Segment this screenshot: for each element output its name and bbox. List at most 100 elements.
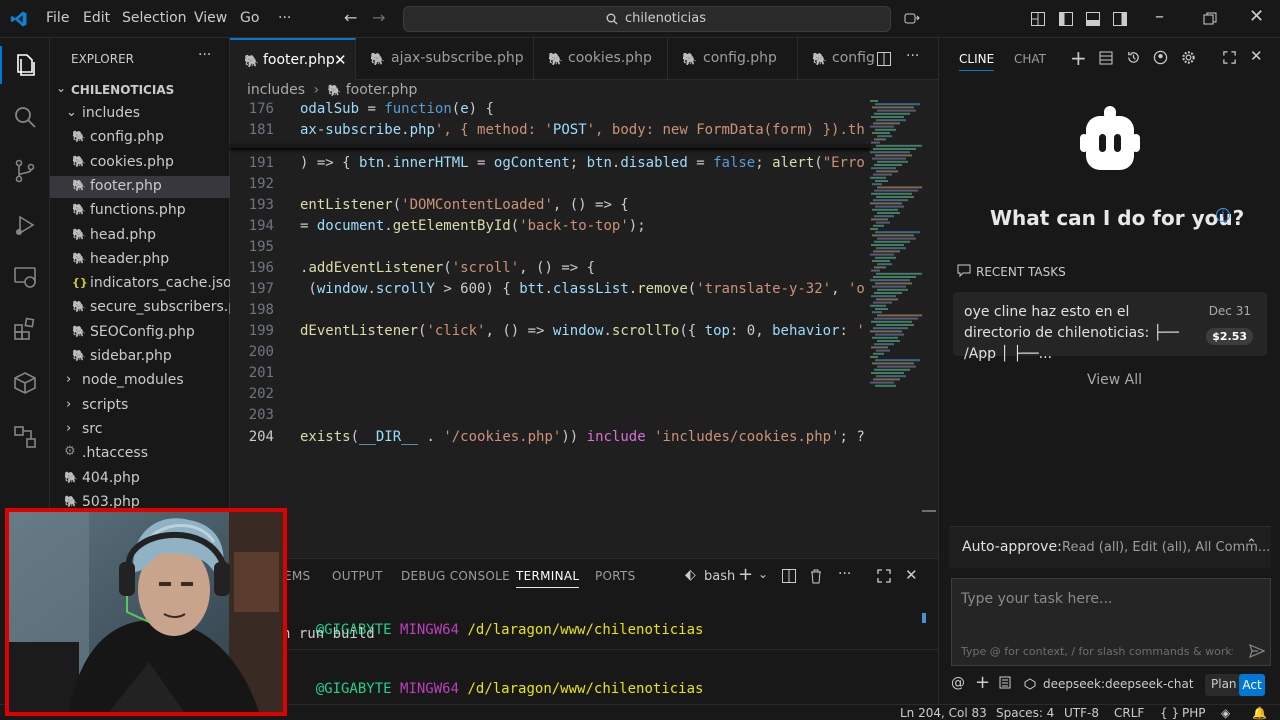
mcp-servers-icon[interactable] <box>1099 51 1113 65</box>
new-task-plus-icon[interactable]: + <box>1070 46 1087 70</box>
tree-item[interactable]: 🐘 head.php <box>50 225 230 247</box>
model-selector[interactable]: deepseek:deepseek-chat <box>1043 677 1194 691</box>
add-files-plus-icon[interactable]: + <box>975 672 990 693</box>
tree-item[interactable]: 🐘 footer.php <box>50 175 230 198</box>
plan-act-toggle[interactable]: Plan Act <box>1205 674 1265 696</box>
indentation[interactable]: Spaces: 4 <box>996 706 1054 720</box>
scrollbar-thumb[interactable] <box>922 510 936 512</box>
editor-more-icon[interactable]: ··· <box>906 48 919 64</box>
chevron-up-icon[interactable]: ⌃ <box>1246 537 1257 552</box>
minimize-icon[interactable]: – <box>1155 6 1164 27</box>
encoding[interactable]: UTF-8 <box>1064 706 1099 720</box>
testing-icon[interactable] <box>12 424 38 450</box>
tab-chat[interactable]: CHAT <box>1014 52 1046 66</box>
settings-gear-icon[interactable] <box>1181 50 1196 65</box>
tree-item[interactable]: 🐘 SEOConfig.php <box>50 322 230 344</box>
account-icon[interactable] <box>1153 50 1168 65</box>
menu-selection[interactable]: Selection <box>122 10 187 26</box>
close-panel-icon[interactable]: ✕ <box>905 566 918 584</box>
tab-config-php[interactable]: 🐘 config.php <box>668 38 798 80</box>
view-all-link[interactable]: View All <box>1087 372 1142 388</box>
line-endings[interactable]: CRLF <box>1114 706 1144 720</box>
task-input[interactable]: Type your task here... Type @ for contex… <box>951 578 1271 666</box>
containers-icon[interactable] <box>12 370 38 396</box>
remote-explorer-icon[interactable] <box>12 264 38 290</box>
cursor-position[interactable]: Ln 204, Col 83 <box>900 706 987 720</box>
split-terminal-icon[interactable] <box>781 568 797 584</box>
close-tab-icon[interactable]: ✕ <box>334 51 347 69</box>
chevron-down-icon[interactable]: ⌄ <box>758 567 768 581</box>
toggle-secondary-sidebar-icon[interactable] <box>1112 11 1128 27</box>
breadcrumb-file[interactable]: footer.php <box>346 82 418 98</box>
split-editor-icon[interactable] <box>876 51 892 67</box>
tab-terminal[interactable]: TERMINAL <box>516 569 580 588</box>
tree-item[interactable]: 🐘 sidebar.php <box>50 346 230 368</box>
minimap-line <box>874 112 910 115</box>
minimap[interactable] <box>870 100 922 390</box>
tree-item[interactable]: ⌄ includes <box>50 103 230 125</box>
close-window-icon[interactable]: ✕ <box>1249 6 1264 27</box>
toggle-panel-icon[interactable] <box>1085 11 1101 27</box>
extensions-icon[interactable] <box>12 316 38 342</box>
copilot-status-icon[interactable]: ◈ <box>1221 706 1230 720</box>
explorer-more-icon[interactable]: ··· <box>198 47 211 63</box>
tree-item[interactable]: 🐘 config.php <box>50 127 230 149</box>
tree-item[interactable]: › scripts <box>50 395 230 417</box>
restore-icon[interactable] <box>1202 11 1218 27</box>
tab-footer-php[interactable]: 🐘 footer.php ✕ <box>230 38 356 80</box>
kill-terminal-trash-icon[interactable] <box>808 568 824 584</box>
back-arrow-icon[interactable]: ← <box>344 8 357 27</box>
tab-output[interactable]: OUTPUT <box>332 569 383 583</box>
add-context-at-icon[interactable]: @ <box>951 675 965 691</box>
act-option[interactable]: Act <box>1239 674 1265 696</box>
menu-more[interactable]: ··· <box>278 10 291 26</box>
vscode-logo-icon[interactable] <box>10 10 28 28</box>
forward-arrow-icon[interactable]: → <box>372 8 385 27</box>
command-center-search[interactable]: chilenoticias <box>403 6 891 32</box>
toggle-primary-sidebar-icon[interactable] <box>1058 11 1074 27</box>
tree-item[interactable]: › src <box>50 419 230 441</box>
info-icon[interactable]: i <box>1216 208 1230 222</box>
tree-item[interactable]: 🐘 functions.php <box>50 200 230 222</box>
tab-problems[interactable]: EMS <box>284 569 310 583</box>
terminal-shell-label[interactable]: bash <box>704 569 735 584</box>
open-in-editor-icon[interactable] <box>1222 50 1237 65</box>
customize-layout-icon[interactable] <box>1030 11 1046 27</box>
copilot-icon[interactable] <box>904 11 920 27</box>
tree-item[interactable]: ⚙ .htaccess <box>50 443 230 465</box>
tree-item[interactable]: 🐘 404.php <box>50 468 230 490</box>
close-cline-icon[interactable]: ✕ <box>1250 47 1263 65</box>
notifications-bell-icon[interactable]: 🔔 <box>1252 706 1267 720</box>
auto-approve-bar[interactable]: Auto-approve: Read (all), Edit (all), Al… <box>949 526 1271 568</box>
tab-debug-console[interactable]: DEBUG CONSOLE <box>401 569 510 583</box>
tree-item[interactable]: 🐘 header.php <box>50 249 230 271</box>
tab-cookies-php[interactable]: 🐘 cookies.php <box>534 38 668 80</box>
menu-view[interactable]: View <box>194 10 227 26</box>
tree-item[interactable]: 🐘 cookies.php <box>50 152 230 174</box>
breadcrumb-folder[interactable]: includes <box>247 82 305 98</box>
menu-edit[interactable]: Edit <box>83 10 110 26</box>
tree-item[interactable]: › node_modules <box>50 370 230 392</box>
menu-file[interactable]: File <box>46 10 69 26</box>
run-debug-icon[interactable] <box>12 212 38 238</box>
search-sidebar-icon[interactable] <box>12 104 38 130</box>
new-terminal-icon[interactable]: + <box>738 564 753 585</box>
explorer-files-icon[interactable] <box>12 52 38 78</box>
send-icon[interactable] <box>1249 643 1265 659</box>
terminal-more-icon[interactable]: ··· <box>838 566 851 582</box>
recent-task-item[interactable]: oye cline haz esto en el directorio de c… <box>953 292 1267 362</box>
language-mode[interactable]: PHP <box>1182 706 1206 720</box>
tab-cline[interactable]: CLINE <box>959 52 995 71</box>
tab-ajax-subscribe-php[interactable]: 🐘 ajax-subscribe.php <box>356 38 534 80</box>
tree-item[interactable]: 🐘 secure_subscribers.p... <box>50 297 230 319</box>
maximize-panel-icon[interactable] <box>876 568 892 584</box>
plan-option[interactable]: Plan <box>1211 677 1237 691</box>
history-icon[interactable] <box>1126 50 1141 65</box>
tree-root-folder[interactable]: ⌄ CHILENOTICIAS <box>50 79 230 101</box>
rules-icon[interactable] <box>999 676 1011 689</box>
menu-go[interactable]: Go <box>240 10 259 26</box>
source-control-icon[interactable] <box>12 158 38 184</box>
tab-ports[interactable]: PORTS <box>595 569 636 583</box>
tree-item[interactable]: {} indicators_cache.json <box>50 273 230 295</box>
tab-config-2[interactable]: 🐘 config <box>798 38 875 80</box>
